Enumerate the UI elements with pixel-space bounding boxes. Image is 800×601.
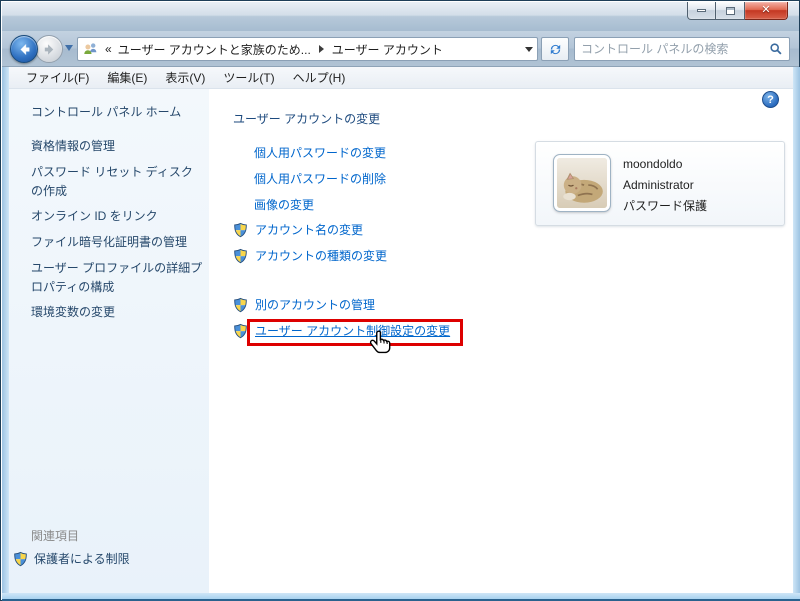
task-change-account-type[interactable]: アカウントの種類の変更 <box>233 247 387 264</box>
window-frame-left <box>2 67 9 593</box>
title-bar[interactable]: ✕ <box>2 2 799 31</box>
uac-shield-icon <box>13 551 28 567</box>
account-panel: moondoldo Administrator パスワード保護 <box>535 141 785 226</box>
menu-bar: ファイル(F) 編集(E) 表示(V) ツール(T) ヘルプ(H) <box>9 67 793 89</box>
search-icon[interactable] <box>769 42 783 56</box>
maximize-button[interactable] <box>716 2 745 20</box>
related-items-header: 関連項目 <box>31 527 79 544</box>
window-frame-right <box>793 67 800 593</box>
task-label: 画像の変更 <box>254 196 314 213</box>
sidebar-item-link-online-id[interactable]: オンライン ID をリンク <box>31 207 203 226</box>
maximize-icon <box>726 7 735 15</box>
account-status: パスワード保護 <box>623 196 707 217</box>
main-content: ユーザー アカウントの変更 個人用パスワードの変更 個人用パスワードの削除 画像… <box>209 89 793 593</box>
task-label: ユーザー アカウント制御設定の変更 <box>255 322 450 339</box>
uac-shield-icon <box>233 248 248 264</box>
sidebar-item-control-panel-home[interactable]: コントロール パネル ホーム <box>31 103 203 122</box>
recent-pages-dropdown[interactable] <box>65 45 73 51</box>
refresh-icon <box>548 42 563 57</box>
help-icon: ? <box>767 94 774 106</box>
task-label: アカウント名の変更 <box>255 221 363 238</box>
menu-tools[interactable]: ツール(T) <box>214 66 283 89</box>
control-panel-window: ✕ « ユーザー アカウントと家族のため... ユーザー アカウン <box>0 0 800 601</box>
page-title: ユーザー アカウントの変更 <box>233 110 380 127</box>
task-remove-password[interactable]: 個人用パスワードの削除 <box>254 170 386 187</box>
forward-arrow-icon <box>42 42 57 57</box>
sidebar-item-label: 保護者による制限 <box>34 550 130 567</box>
task-label: アカウントの種類の変更 <box>255 247 387 264</box>
navigation-bar: « ユーザー アカウントと家族のため... ユーザー アカウント <box>2 31 799 67</box>
sidebar-item-environment-variables[interactable]: 環境変数の変更 <box>31 303 203 322</box>
close-button[interactable]: ✕ <box>745 2 788 20</box>
help-button[interactable]: ? <box>762 91 779 108</box>
menu-edit[interactable]: 編集(E) <box>98 66 156 89</box>
minimize-button[interactable] <box>687 2 716 20</box>
cat-picture <box>557 158 607 208</box>
uac-shield-icon <box>233 297 248 313</box>
address-dropdown-icon[interactable] <box>525 47 533 52</box>
menu-file[interactable]: ファイル(F) <box>17 66 98 89</box>
refresh-button[interactable] <box>541 37 569 61</box>
search-box <box>574 37 790 61</box>
task-change-account-name[interactable]: アカウント名の変更 <box>233 221 363 238</box>
task-label: 別のアカウントの管理 <box>255 296 375 313</box>
search-input[interactable] <box>581 42 769 56</box>
task-label: 個人用パスワードの削除 <box>254 170 386 187</box>
address-bar[interactable]: « ユーザー アカウントと家族のため... ユーザー アカウント <box>77 37 538 61</box>
breadcrumb-current[interactable]: ユーザー アカウント <box>332 41 443 58</box>
task-label: 個人用パスワードの変更 <box>254 144 386 161</box>
forward-button[interactable] <box>35 35 63 63</box>
sidebar-item-file-encryption-certificates[interactable]: ファイル暗号化証明書の管理 <box>31 233 203 252</box>
sidebar-item-password-reset-disk[interactable]: パスワード リセット ディスクの作成 <box>31 163 203 201</box>
task-change-uac-settings[interactable]: ユーザー アカウント制御設定の変更 <box>233 322 450 339</box>
breadcrumb-overflow-chevron[interactable]: « <box>105 42 112 56</box>
uac-shield-icon <box>233 323 248 339</box>
breadcrumb-separator-icon <box>319 45 324 53</box>
window-frame-bottom <box>2 593 800 601</box>
user-accounts-icon <box>82 41 99 57</box>
menu-help[interactable]: ヘルプ(H) <box>284 66 355 89</box>
sidebar-item-parental-controls[interactable]: 保護者による制限 <box>13 550 130 567</box>
close-icon: ✕ <box>761 5 770 16</box>
sidebar: コントロール パネル ホーム 資格情報の管理 パスワード リセット ディスクの作… <box>9 89 209 593</box>
account-avatar <box>554 155 610 211</box>
account-role: Administrator <box>623 175 707 196</box>
account-name: moondoldo <box>623 154 707 175</box>
task-change-password[interactable]: 個人用パスワードの変更 <box>254 144 386 161</box>
sidebar-item-manage-credentials[interactable]: 資格情報の管理 <box>31 137 203 156</box>
task-change-picture[interactable]: 画像の変更 <box>254 196 314 213</box>
breadcrumb-parent[interactable]: ユーザー アカウントと家族のため... <box>118 41 311 58</box>
window-controls: ✕ <box>687 2 788 20</box>
menu-view[interactable]: 表示(V) <box>156 66 214 89</box>
minimize-icon <box>697 9 706 12</box>
back-arrow-icon <box>17 42 32 57</box>
task-manage-another-account[interactable]: 別のアカウントの管理 <box>233 296 375 313</box>
back-button[interactable] <box>10 35 38 63</box>
uac-shield-icon <box>233 222 248 238</box>
account-info: moondoldo Administrator パスワード保護 <box>623 154 707 217</box>
sidebar-item-user-profile-advanced[interactable]: ユーザー プロファイルの詳細プロパティの構成 <box>31 259 203 297</box>
